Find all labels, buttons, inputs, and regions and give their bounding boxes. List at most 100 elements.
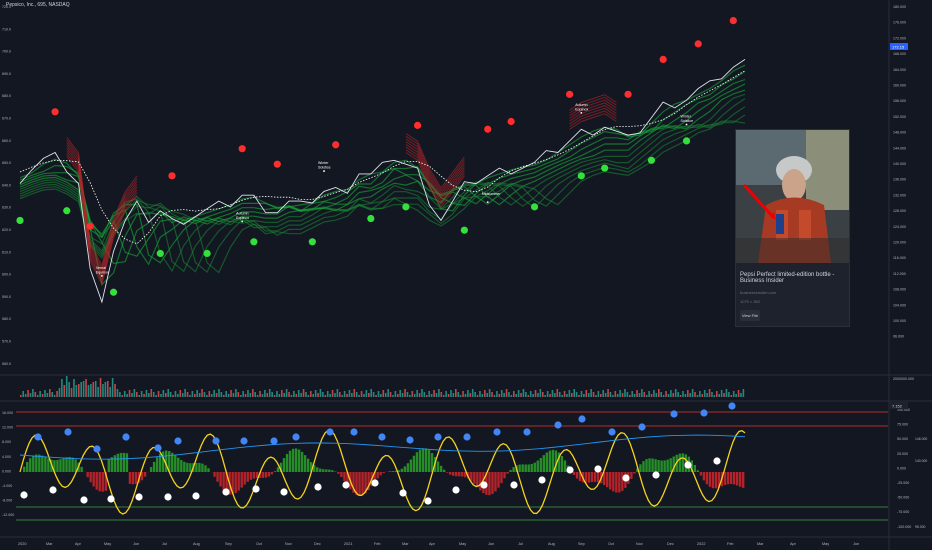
osc-histogram-bar (32, 455, 35, 472)
sell-signal-dot (332, 141, 340, 149)
volume-bar (389, 392, 392, 397)
view-file-button[interactable]: View File (740, 310, 760, 321)
osc-histogram-bar (340, 472, 343, 477)
osc-top-dot (578, 415, 586, 423)
x-axis-tick: Nov (285, 542, 292, 546)
x-axis-tick: Apr (790, 542, 797, 546)
left-axis-tick: 640.0 (2, 183, 11, 187)
osc-histogram-bar (400, 468, 404, 472)
osc-bottom-dot (252, 485, 260, 493)
volume-bar (254, 392, 257, 397)
volume-bar (268, 389, 271, 397)
osc-histogram-bar (539, 457, 542, 472)
osc-histogram-bar (587, 472, 591, 483)
right-axis-tick: 136.000 (893, 178, 906, 182)
volume-bar (394, 391, 397, 397)
osc-histogram-bar (606, 472, 609, 488)
osc-histogram-bar (651, 458, 654, 472)
osc-histogram-bar (548, 450, 552, 472)
x-axis-tick: Jun (488, 542, 494, 546)
volume-bar (655, 393, 658, 397)
osc-top-dot (212, 437, 220, 445)
volume-bar (227, 394, 230, 397)
volume-bar (716, 391, 718, 397)
buy-signal-dot (577, 172, 585, 180)
osc-histogram-bar (122, 452, 126, 472)
volume-bar (65, 376, 68, 397)
osc-histogram-bar (735, 472, 739, 486)
volume-bar (619, 390, 621, 397)
osc-left-axis-tick: 12.000 (2, 426, 13, 430)
osc-histogram-bar (38, 454, 41, 472)
volume-bar (314, 390, 317, 397)
volume-bar (428, 391, 431, 397)
osc-histogram-bar (491, 472, 494, 495)
season-marker-label: Solstice (318, 166, 331, 170)
right-axis-tick: 148.000 (893, 131, 906, 135)
osc-histogram-bar (243, 472, 246, 485)
osc-histogram-bar (234, 472, 237, 494)
right-axis-tick: 96.000 (893, 335, 904, 339)
volume-bar (462, 391, 464, 397)
osc-histogram-bar (177, 457, 180, 472)
x-axis-tick: Oct (608, 542, 615, 546)
osc-histogram-bar (65, 457, 68, 472)
volume-bar (302, 389, 305, 397)
volume-bar (542, 392, 544, 397)
osc-histogram-bar (639, 464, 642, 472)
volume-bar (353, 389, 356, 397)
volume-bar (300, 393, 302, 397)
volume-bar (181, 393, 184, 397)
volume-bar (711, 392, 713, 397)
volume-bar (358, 395, 360, 397)
osc-right-axis-tick: -25.000 (897, 481, 909, 485)
volume-bar (604, 393, 607, 397)
sell-signal-dot (565, 90, 574, 98)
osc-histogram-bar (128, 472, 132, 484)
season-marker-dot (323, 170, 325, 172)
osc-right-label: 7.152 (892, 404, 903, 409)
osc-histogram-bar (415, 452, 419, 472)
volume-bar (109, 387, 112, 397)
volume-bar (621, 393, 624, 397)
osc-histogram-bar (68, 456, 71, 472)
buy-signal-dot (156, 249, 164, 258)
osc-histogram-bar (509, 469, 512, 472)
volume-bar (348, 390, 351, 397)
x-axis-tick: Jun (853, 542, 859, 546)
x-axis-tick: Dec (314, 542, 321, 546)
osc-histogram-bar (729, 472, 733, 485)
volume-bar (196, 390, 199, 397)
osc-histogram-bar (596, 472, 600, 483)
volume-bar (150, 389, 153, 397)
x-axis-tick: Mar (757, 542, 764, 546)
volume-bar (435, 393, 438, 397)
osc-histogram-bar (657, 459, 660, 472)
osc-histogram-bar (633, 472, 636, 474)
volume-axis-label: 2000000.000 (893, 377, 914, 381)
volume-bar (331, 390, 334, 397)
osc-histogram-bar (155, 457, 159, 472)
osc-bottom-dot (135, 493, 143, 501)
osc-top-dot (523, 428, 531, 436)
volume-bar (380, 394, 382, 397)
volume-bar (585, 390, 588, 397)
volume-bar (498, 394, 501, 397)
x-axis-tick: May (459, 542, 466, 546)
volume-bar (452, 393, 455, 397)
osc-histogram-bar (563, 460, 567, 472)
volume-bar (169, 392, 172, 397)
volume-bar (409, 395, 411, 397)
volume-bar (22, 391, 25, 397)
volume-bar (674, 389, 677, 397)
sell-signal-dot (729, 16, 737, 25)
left-axis-tick: 710.0 (2, 27, 11, 31)
osc-bottom-dot (684, 461, 692, 469)
volume-bar (85, 379, 87, 397)
volume-bar (467, 390, 469, 397)
volume-bar (360, 391, 363, 397)
volume-bar (520, 393, 522, 397)
osc-histogram-bar (678, 453, 681, 472)
volume-bar (58, 388, 61, 397)
image-preview-card[interactable]: Pepsi Perfect limited-edition bottle - B… (735, 129, 850, 327)
